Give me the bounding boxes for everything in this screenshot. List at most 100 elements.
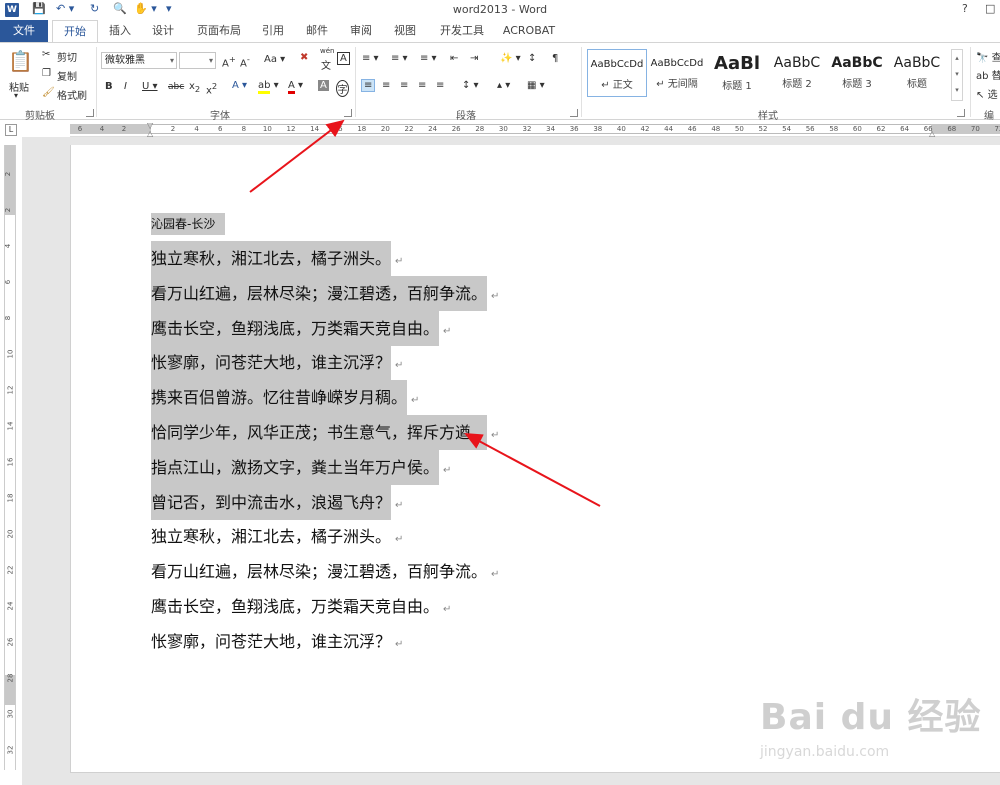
style-normal[interactable]: AaBbCcDd ↵ 正文	[587, 49, 647, 97]
document-paragraph[interactable]: 指点江山，激扬文字，粪土当年万户侯。 ↵	[151, 449, 451, 488]
strikethrough-icon[interactable]: abc	[168, 82, 184, 92]
underline-icon[interactable]: U ▾	[142, 81, 158, 92]
font-size-select[interactable]: ▾	[179, 52, 216, 69]
document-title-line[interactable]: 沁园春-长沙	[151, 210, 226, 238]
cursor-icon: ↖	[976, 90, 985, 101]
document-paragraph[interactable]: 看万山红遍，层林尽染；漫江碧透，百舸争流。 ↵	[151, 555, 499, 592]
tab-design[interactable]: 设计	[143, 20, 183, 42]
replace-button[interactable]: ab 替	[976, 67, 1000, 82]
document-paragraph[interactable]: 鹰击长空，鱼翔浅底，万类霜天竞自由。 ↵	[151, 310, 451, 349]
character-border-button[interactable]: A	[337, 52, 350, 65]
shading-icon[interactable]: ▴ ▾	[497, 80, 510, 91]
tab-view[interactable]: 视图	[385, 20, 425, 42]
select-button[interactable]: ↖ 选	[976, 86, 998, 101]
ruler-number: 16	[333, 125, 343, 133]
document-paragraph[interactable]: 鹰击长空，鱼翔浅底，万类霜天竞自由。 ↵	[151, 590, 451, 627]
tab-file[interactable]: 文件	[0, 20, 48, 42]
align-right-icon[interactable]: ≡	[400, 80, 408, 91]
chinese-layout-icon[interactable]: ✨ ▾	[500, 53, 521, 64]
style-title[interactable]: AaBbC 标题	[887, 49, 947, 97]
document-paragraph[interactable]: 看万山红遍，层林尽染；漫江碧透，百舸争流。 ↵	[151, 275, 499, 314]
style-heading-2[interactable]: AaBbC 标题 2	[767, 49, 827, 97]
ruler-margin-top	[5, 145, 15, 215]
font-color-icon[interactable]: A ▾	[288, 80, 303, 94]
show-marks-icon[interactable]: ¶	[552, 53, 558, 64]
bold-icon[interactable]: B	[105, 81, 113, 92]
cut-button[interactable]: 剪切	[57, 49, 77, 64]
style-heading-1[interactable]: AaBl 标题 1	[707, 49, 767, 97]
tab-selector[interactable]: L	[5, 124, 17, 136]
borders-icon[interactable]: ▦ ▾	[527, 80, 545, 91]
tab-page-layout[interactable]: 页面布局	[188, 20, 250, 42]
text-effects-icon[interactable]: A ▾	[232, 80, 247, 91]
line-spacing-icon[interactable]: ↕ ▾	[462, 80, 479, 91]
change-case-button[interactable]: Aa ▾	[264, 54, 285, 65]
copy-button[interactable]: 复制	[57, 68, 77, 83]
align-center-icon[interactable]: ≡	[382, 80, 390, 91]
shrink-font-icon[interactable]: A-	[240, 54, 250, 69]
ruler-number: 14	[310, 125, 320, 133]
font-name-select[interactable]: 微软雅黑 ▾	[101, 52, 177, 69]
style-heading-3[interactable]: AaBbC 标题 3	[827, 49, 887, 97]
paste-button[interactable]: 粘贴	[9, 79, 29, 94]
document-paragraph[interactable]: 曾记否，到中流击水，浪遏飞舟？ ↵	[151, 484, 403, 523]
decrease-indent-icon[interactable]: ⇤	[450, 53, 458, 64]
ruler-number: 42	[640, 125, 650, 133]
distributed-icon[interactable]: ≡	[436, 80, 444, 91]
clear-formatting-icon[interactable]: ✖	[300, 52, 308, 63]
align-left-icon[interactable]: ≡	[361, 79, 376, 92]
ruler-number: 54	[782, 125, 792, 133]
tab-review[interactable]: 审阅	[341, 20, 381, 42]
tab-references[interactable]: 引用	[253, 20, 293, 42]
justify-icon[interactable]: ≡	[418, 80, 426, 91]
font-dialog-launcher-icon[interactable]	[344, 109, 352, 117]
multilevel-list-icon[interactable]: ≡ ▾	[420, 53, 437, 64]
document-paragraph[interactable]: 怅寥廓，问苍茫大地，谁主沉浮？ ↵	[151, 345, 403, 383]
document-paragraph[interactable]: 独立寒秋，湘江北去，橘子洲头。 ↵	[151, 520, 403, 557]
tab-developer[interactable]: 开发工具	[432, 20, 492, 42]
style-sample: AaBbC	[831, 55, 883, 71]
horizontal-ruler[interactable]: 6 4 2 2 4 6 8 10 12 14 16 18 20 22 24 26 28 30 32 34 36 38 40 4…	[70, 121, 1000, 138]
paragraph-text: 指点江山，激扬文字，粪土当年万户侯。	[151, 449, 440, 485]
group-divider	[970, 47, 971, 117]
numbering-icon[interactable]: ≡ ▾	[391, 53, 408, 64]
bullets-icon[interactable]: ≡ ▾	[362, 53, 379, 64]
style-no-spacing[interactable]: AaBbCcDd ↵ 无间隔	[647, 49, 707, 97]
phonetic-guide-button[interactable]: 文	[321, 57, 331, 72]
tab-mailings[interactable]: 邮件	[297, 20, 337, 42]
chevron-down-icon: ▾	[208, 56, 213, 65]
paragraph-launcher-icon[interactable]	[570, 109, 578, 117]
format-painter-button[interactable]: 格式刷	[57, 87, 87, 102]
ruler-number: 2	[4, 171, 13, 177]
vertical-ruler[interactable]: 2 2 4 6 8 10 12 14 16 18 20 22 24 26 28 30 32	[4, 145, 16, 770]
find-button[interactable]: 🔭 查	[976, 49, 1000, 64]
document-paragraph[interactable]: 怅寥廓，问苍茫大地，谁主沉浮？ ↵	[151, 625, 403, 662]
tab-home[interactable]: 开始	[52, 20, 98, 43]
tab-acrobat[interactable]: ACROBAT	[498, 20, 560, 42]
italic-icon[interactable]: I	[124, 81, 127, 92]
enclose-characters-icon[interactable]: 字	[336, 80, 349, 97]
highlight-icon[interactable]: ab ▾	[258, 80, 279, 94]
help-button[interactable]: ?	[962, 2, 968, 15]
style-name: 标题 1	[722, 81, 752, 92]
paragraph-text: 携来百侣曾游。忆往昔峥嵘岁月稠。	[151, 380, 408, 416]
clipboard-launcher-icon[interactable]	[86, 109, 94, 117]
document-paragraph[interactable]: 独立寒秋，湘江北去，橘子洲头。 ↵	[151, 241, 403, 279]
tab-insert[interactable]: 插入	[100, 20, 140, 42]
increase-indent-icon[interactable]: ⇥	[470, 53, 478, 64]
character-shading-icon[interactable]: A	[318, 80, 329, 91]
sort-icon[interactable]: ↕	[528, 53, 536, 64]
document-paragraph[interactable]: 携来百侣曾游。忆往昔峥嵘岁月稠。 ↵	[151, 380, 420, 418]
paste-icon[interactable]: 📋	[8, 49, 33, 75]
document-paragraph[interactable]: 恰同学少年，风华正茂；书生意气，挥斥方遒。 ↵	[151, 415, 499, 453]
ruler-number: 12	[6, 385, 15, 395]
paste-dropdown-icon[interactable]: ▾	[14, 91, 18, 100]
paragraph-mark-icon: ↵	[411, 395, 420, 407]
styles-launcher-icon[interactable]	[957, 109, 965, 117]
subscript-icon[interactable]: x2	[189, 81, 200, 94]
styles-gallery-scroll[interactable]: ▴ ▾ ▾	[951, 49, 963, 101]
grow-font-icon[interactable]: A+	[222, 54, 236, 69]
ribbon-display-options-icon[interactable]: □	[985, 2, 995, 15]
superscript-icon[interactable]: x2	[206, 81, 217, 96]
ruler-number: 46	[687, 125, 697, 133]
